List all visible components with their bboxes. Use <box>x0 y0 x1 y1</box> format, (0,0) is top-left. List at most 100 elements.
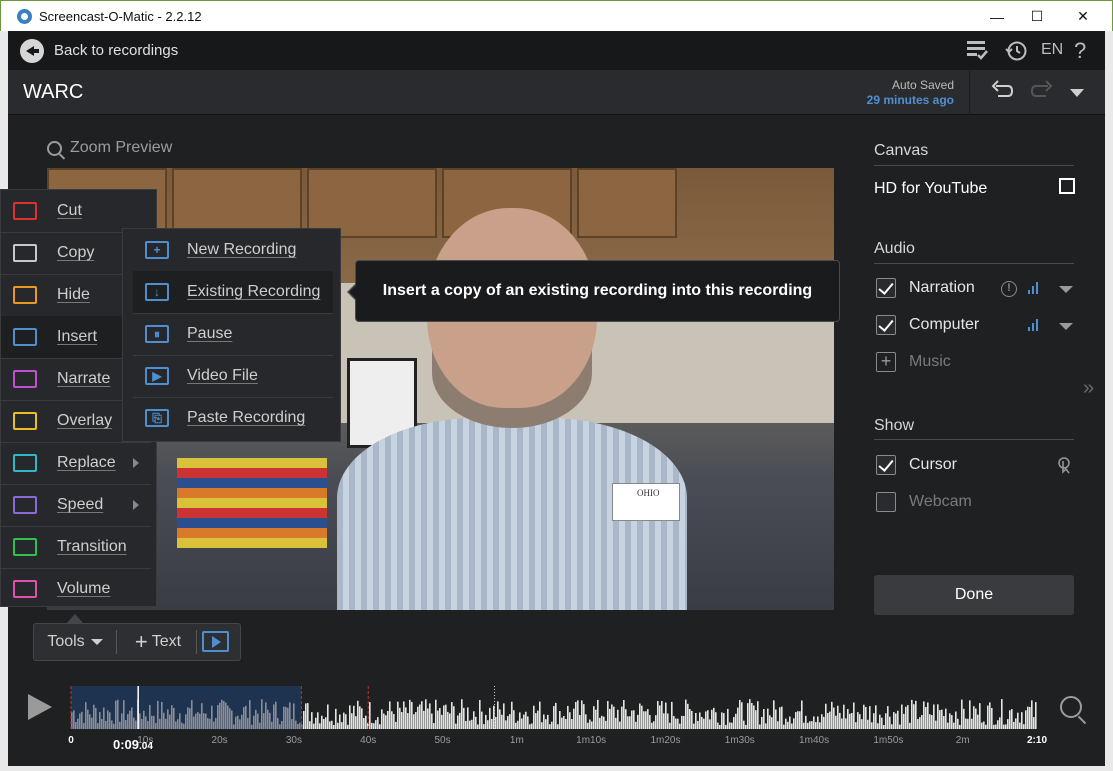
top-navigation-bar: Back to recordings EN ? <box>8 31 1105 71</box>
timeline-tick-label: 40s <box>360 735 377 746</box>
audio-waveform-track[interactable] <box>69 686 1039 729</box>
narration-checkbox[interactable] <box>876 278 896 298</box>
tools-menu-label: Cut <box>57 202 82 219</box>
timeline-tick-label: 2m <box>955 735 970 746</box>
history-icon[interactable] <box>1004 39 1028 68</box>
webcam-label: Webcam <box>909 493 972 510</box>
more-options-chevron-down-icon[interactable] <box>1070 89 1084 97</box>
narrate-icon <box>13 370 37 388</box>
narration-dropdown-chevron-down-icon[interactable] <box>1059 286 1073 293</box>
narration-label: Narration <box>909 279 975 296</box>
tools-menu-item-cut[interactable]: Cut <box>1 190 151 232</box>
timeline-tick-label: 1m <box>509 735 524 746</box>
info-icon[interactable]: ! <box>1001 281 1017 297</box>
timeline-tick-label: 1m30s <box>724 735 755 746</box>
pause-icon: ⏸ <box>145 325 169 343</box>
tools-menu-label: Transition <box>57 538 127 555</box>
app-logo-icon <box>17 9 32 24</box>
insert-menu-label: Video File <box>187 367 258 384</box>
music-label[interactable]: Music <box>909 353 951 371</box>
copy-icon <box>13 244 37 262</box>
audio-section-title: Audio <box>874 240 915 257</box>
tools-menu-label: Replace <box>57 454 116 471</box>
hd-youtube-checkbox[interactable] <box>1059 178 1075 194</box>
insert-menu-label: Existing Recording <box>187 283 321 300</box>
insert-menu-label: Pause <box>187 325 233 342</box>
tools-menu-item-speed[interactable]: Speed <box>1 484 151 526</box>
submenu-arrow-icon <box>133 500 139 510</box>
tools-menu-label: Overlay <box>57 412 113 429</box>
autosave-time: 29 minutes ago <box>866 93 954 107</box>
timeline-zoom-icon[interactable] <box>1060 696 1082 718</box>
checklist-icon[interactable] <box>966 39 988 66</box>
insert-menu-item-pause[interactable]: ⏸ Pause <box>133 313 333 355</box>
tools-menu-label: Hide <box>57 286 90 303</box>
volume-icon <box>13 580 37 598</box>
insert-menu-label: Paste Recording <box>187 409 306 426</box>
tooltip-text: Insert a copy of an existing recording i… <box>382 282 813 299</box>
toolbar-divider <box>116 630 117 654</box>
expand-panel-icon[interactable]: » <box>1083 377 1094 400</box>
tools-menu-item-transition[interactable]: Transition <box>1 526 151 568</box>
maximize-button[interactable]: ☐ <box>1014 1 1060 32</box>
project-title[interactable]: WARC <box>23 81 83 104</box>
current-time: 0:09.04 <box>113 737 153 752</box>
audio-level-icon[interactable] <box>1028 282 1042 294</box>
canvas-section-title: Canvas <box>874 142 929 159</box>
name-badge: OHIO <box>612 483 680 521</box>
back-arrow-icon[interactable] <box>20 39 44 63</box>
insert-menu-item-new-recording[interactable]: + New Recording <box>133 229 333 271</box>
plus-icon: + <box>134 629 148 654</box>
tools-dropdown-button[interactable]: Tools <box>34 624 116 660</box>
tools-menu-item-replace[interactable]: Replace <box>1 442 151 484</box>
cabinet-door <box>577 168 677 238</box>
hd-youtube-label: HD for YouTube <box>874 180 988 197</box>
add-text-button[interactable]: + Text <box>120 624 196 660</box>
play-icon[interactable] <box>28 694 52 720</box>
timeline-tick-label: 0 <box>68 735 74 746</box>
transition-icon <box>13 538 37 556</box>
insert-existing-tooltip: Insert a copy of an existing recording i… <box>347 260 840 322</box>
waveform-graphic <box>70 686 1037 729</box>
editor-window: Back to recordings EN ? WARC Auto Saved … <box>0 31 1105 766</box>
show-section-title: Show <box>874 417 915 434</box>
cursor-settings-icon[interactable] <box>1057 456 1073 479</box>
undo-icon[interactable] <box>990 80 1014 108</box>
zoom-preview-label: Zoom Preview <box>70 139 173 156</box>
back-to-recordings-link[interactable]: Back to recordings <box>54 42 178 59</box>
computer-audio-checkbox[interactable] <box>876 315 896 335</box>
insert-menu-item-existing-recording[interactable]: ↓ Existing Recording <box>133 271 333 313</box>
help-icon[interactable]: ? <box>1074 38 1086 64</box>
webcam-checkbox[interactable] <box>876 492 896 512</box>
text-label: Text <box>151 633 182 650</box>
tools-menu-item-volume[interactable]: Volume <box>1 568 151 610</box>
redo-icon[interactable] <box>1030 80 1054 108</box>
tools-menu-label: Speed <box>57 496 104 513</box>
autosave-status: Auto Saved 29 minutes ago <box>867 78 954 107</box>
toolbar-divider <box>196 630 197 654</box>
insert-submenu: + New Recording ↓ Existing Recording ⏸ P… <box>122 228 341 442</box>
timeline-tick-label: 1m10s <box>576 735 607 746</box>
cursor-checkbox[interactable] <box>876 455 896 475</box>
timeline-tick-label: 20s <box>211 735 228 746</box>
insert-menu-item-video-file[interactable]: ▶ Video File <box>133 355 333 397</box>
close-button[interactable]: ✕ <box>1060 1 1106 32</box>
speed-icon <box>13 496 37 514</box>
scissors-icon <box>13 202 37 220</box>
zoom-preview-button[interactable]: Zoom Preview <box>47 139 172 157</box>
existing-recording-icon: ↓ <box>145 283 169 301</box>
current-time-fraction: .04 <box>139 741 153 752</box>
computer-audio-dropdown-chevron-down-icon[interactable] <box>1059 323 1073 330</box>
add-music-plus-icon[interactable]: + <box>876 352 896 372</box>
done-button[interactable]: Done <box>874 575 1074 615</box>
overlay-icon <box>13 412 37 430</box>
language-selector[interactable]: EN <box>1041 41 1063 59</box>
insert-menu-item-paste-recording[interactable]: ⎘ Paste Recording <box>133 397 333 439</box>
window-titlebar: Screencast-O-Matic - 2.2.12 — ☐ ✕ <box>0 0 1113 31</box>
audio-level-icon[interactable] <box>1028 319 1042 331</box>
section-divider <box>874 439 1074 440</box>
timeline-tick-label: 50s <box>434 735 451 746</box>
hide-eye-icon <box>13 286 37 304</box>
preview-play-icon[interactable] <box>202 631 229 652</box>
timeline-tick-label: 1m50s <box>873 735 904 746</box>
